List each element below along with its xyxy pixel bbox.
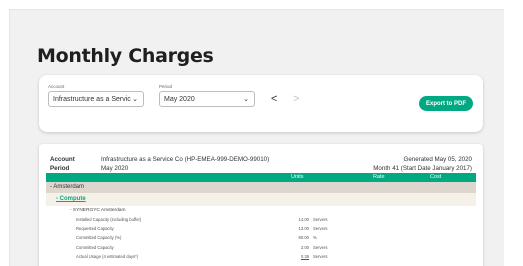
account-info-row: Account Infrastructure as a Service Co (… bbox=[46, 155, 476, 164]
line-item-unit: Servers bbox=[313, 226, 328, 232]
table-row: Committed Capacity (%) 80.00% bbox=[46, 233, 476, 242]
table-row: Committed Capacity 2.00 Servers bbox=[46, 243, 476, 252]
line-item-name: Requested Capacity bbox=[76, 226, 114, 232]
line-item-name: Committed Capacity (%) bbox=[76, 235, 122, 241]
next-period-arrow[interactable]: > bbox=[293, 94, 299, 105]
line-items: Installed Capacity (including buffer) 14.… bbox=[46, 215, 476, 261]
account-row-label: Account bbox=[50, 156, 75, 163]
period-row-label: Period bbox=[50, 165, 70, 172]
page-title: Monthly Charges bbox=[37, 45, 214, 67]
report-content: Account Infrastructure as a Service Co (… bbox=[46, 155, 476, 261]
column-header-units: Units bbox=[291, 174, 304, 180]
previous-period-arrow[interactable]: < bbox=[271, 94, 277, 105]
line-item-unit: % bbox=[313, 235, 317, 241]
column-header-cost: Cost bbox=[430, 174, 442, 180]
account-field-label: Account bbox=[48, 84, 65, 89]
period-row-value: May 2020 bbox=[101, 165, 129, 172]
generated-date: Generated May 05, 2020 bbox=[403, 156, 472, 163]
table-header-row: Units Rate Cost bbox=[46, 173, 476, 182]
location-row[interactable]: - Amsterdam bbox=[46, 182, 476, 193]
period-select[interactable]: May 2020 ⌄ bbox=[159, 91, 255, 107]
line-item-name: Actual Usage (4 estimated days*) bbox=[76, 253, 139, 259]
page-background: Monthly Charges Account Infrastructure a… bbox=[9, 9, 504, 266]
table-row: Actual Usage (4 estimated days*) 0.39 Serv… bbox=[46, 252, 476, 261]
line-item-quantity: 0.39 bbox=[300, 253, 309, 259]
line-item-quantity: 80.00 bbox=[298, 235, 309, 241]
chevron-down-icon: ⌄ bbox=[132, 96, 138, 103]
line-item-quantity: 14.00 bbox=[298, 217, 309, 222]
service-row[interactable]: - Compute bbox=[46, 193, 476, 206]
line-item-name: Installed Capacity (including buffer) bbox=[76, 217, 142, 222]
period-field-label: Period bbox=[159, 84, 173, 89]
account-select-value: Infrastructure as a Servic bbox=[53, 95, 131, 103]
filter-card: Account Infrastructure as a Servic ⌄ Per… bbox=[39, 75, 483, 132]
table-row: Installed Capacity (including buffer) 14.… bbox=[46, 215, 476, 224]
period-select-value: May 2020 bbox=[164, 95, 195, 103]
chevron-down-icon: ⌄ bbox=[243, 96, 249, 103]
export-to-pdf-button[interactable]: Export to PDF bbox=[419, 96, 473, 111]
account-row-value: Infrastructure as a Service Co (HP-EMEA-… bbox=[101, 156, 270, 163]
table-row: Requested Capacity 13.00 Servers bbox=[46, 224, 476, 233]
line-item-quantity: 2.00 bbox=[300, 244, 309, 250]
account-select[interactable]: Infrastructure as a Servic ⌄ bbox=[48, 91, 144, 107]
line-item-name: Committed Capacity bbox=[76, 244, 114, 250]
line-item-unit: Servers bbox=[313, 244, 328, 250]
line-item-unit: Servers bbox=[313, 217, 328, 222]
column-header-rate: Rate bbox=[373, 174, 385, 180]
line-item-unit: Servers bbox=[313, 253, 328, 259]
line-item-quantity: 13.00 bbox=[298, 226, 309, 232]
report-card: Account Infrastructure as a Service Co (… bbox=[39, 144, 483, 266]
month-info: Month 41 (Start Date January 2017) bbox=[373, 165, 472, 172]
resource-group-row[interactable]: - SYNERGYC Amsterdam bbox=[46, 206, 476, 215]
period-info-row: Period May 2020 Month 41 (Start Date Jan… bbox=[46, 164, 476, 173]
service-link[interactable]: - Compute bbox=[56, 196, 86, 202]
